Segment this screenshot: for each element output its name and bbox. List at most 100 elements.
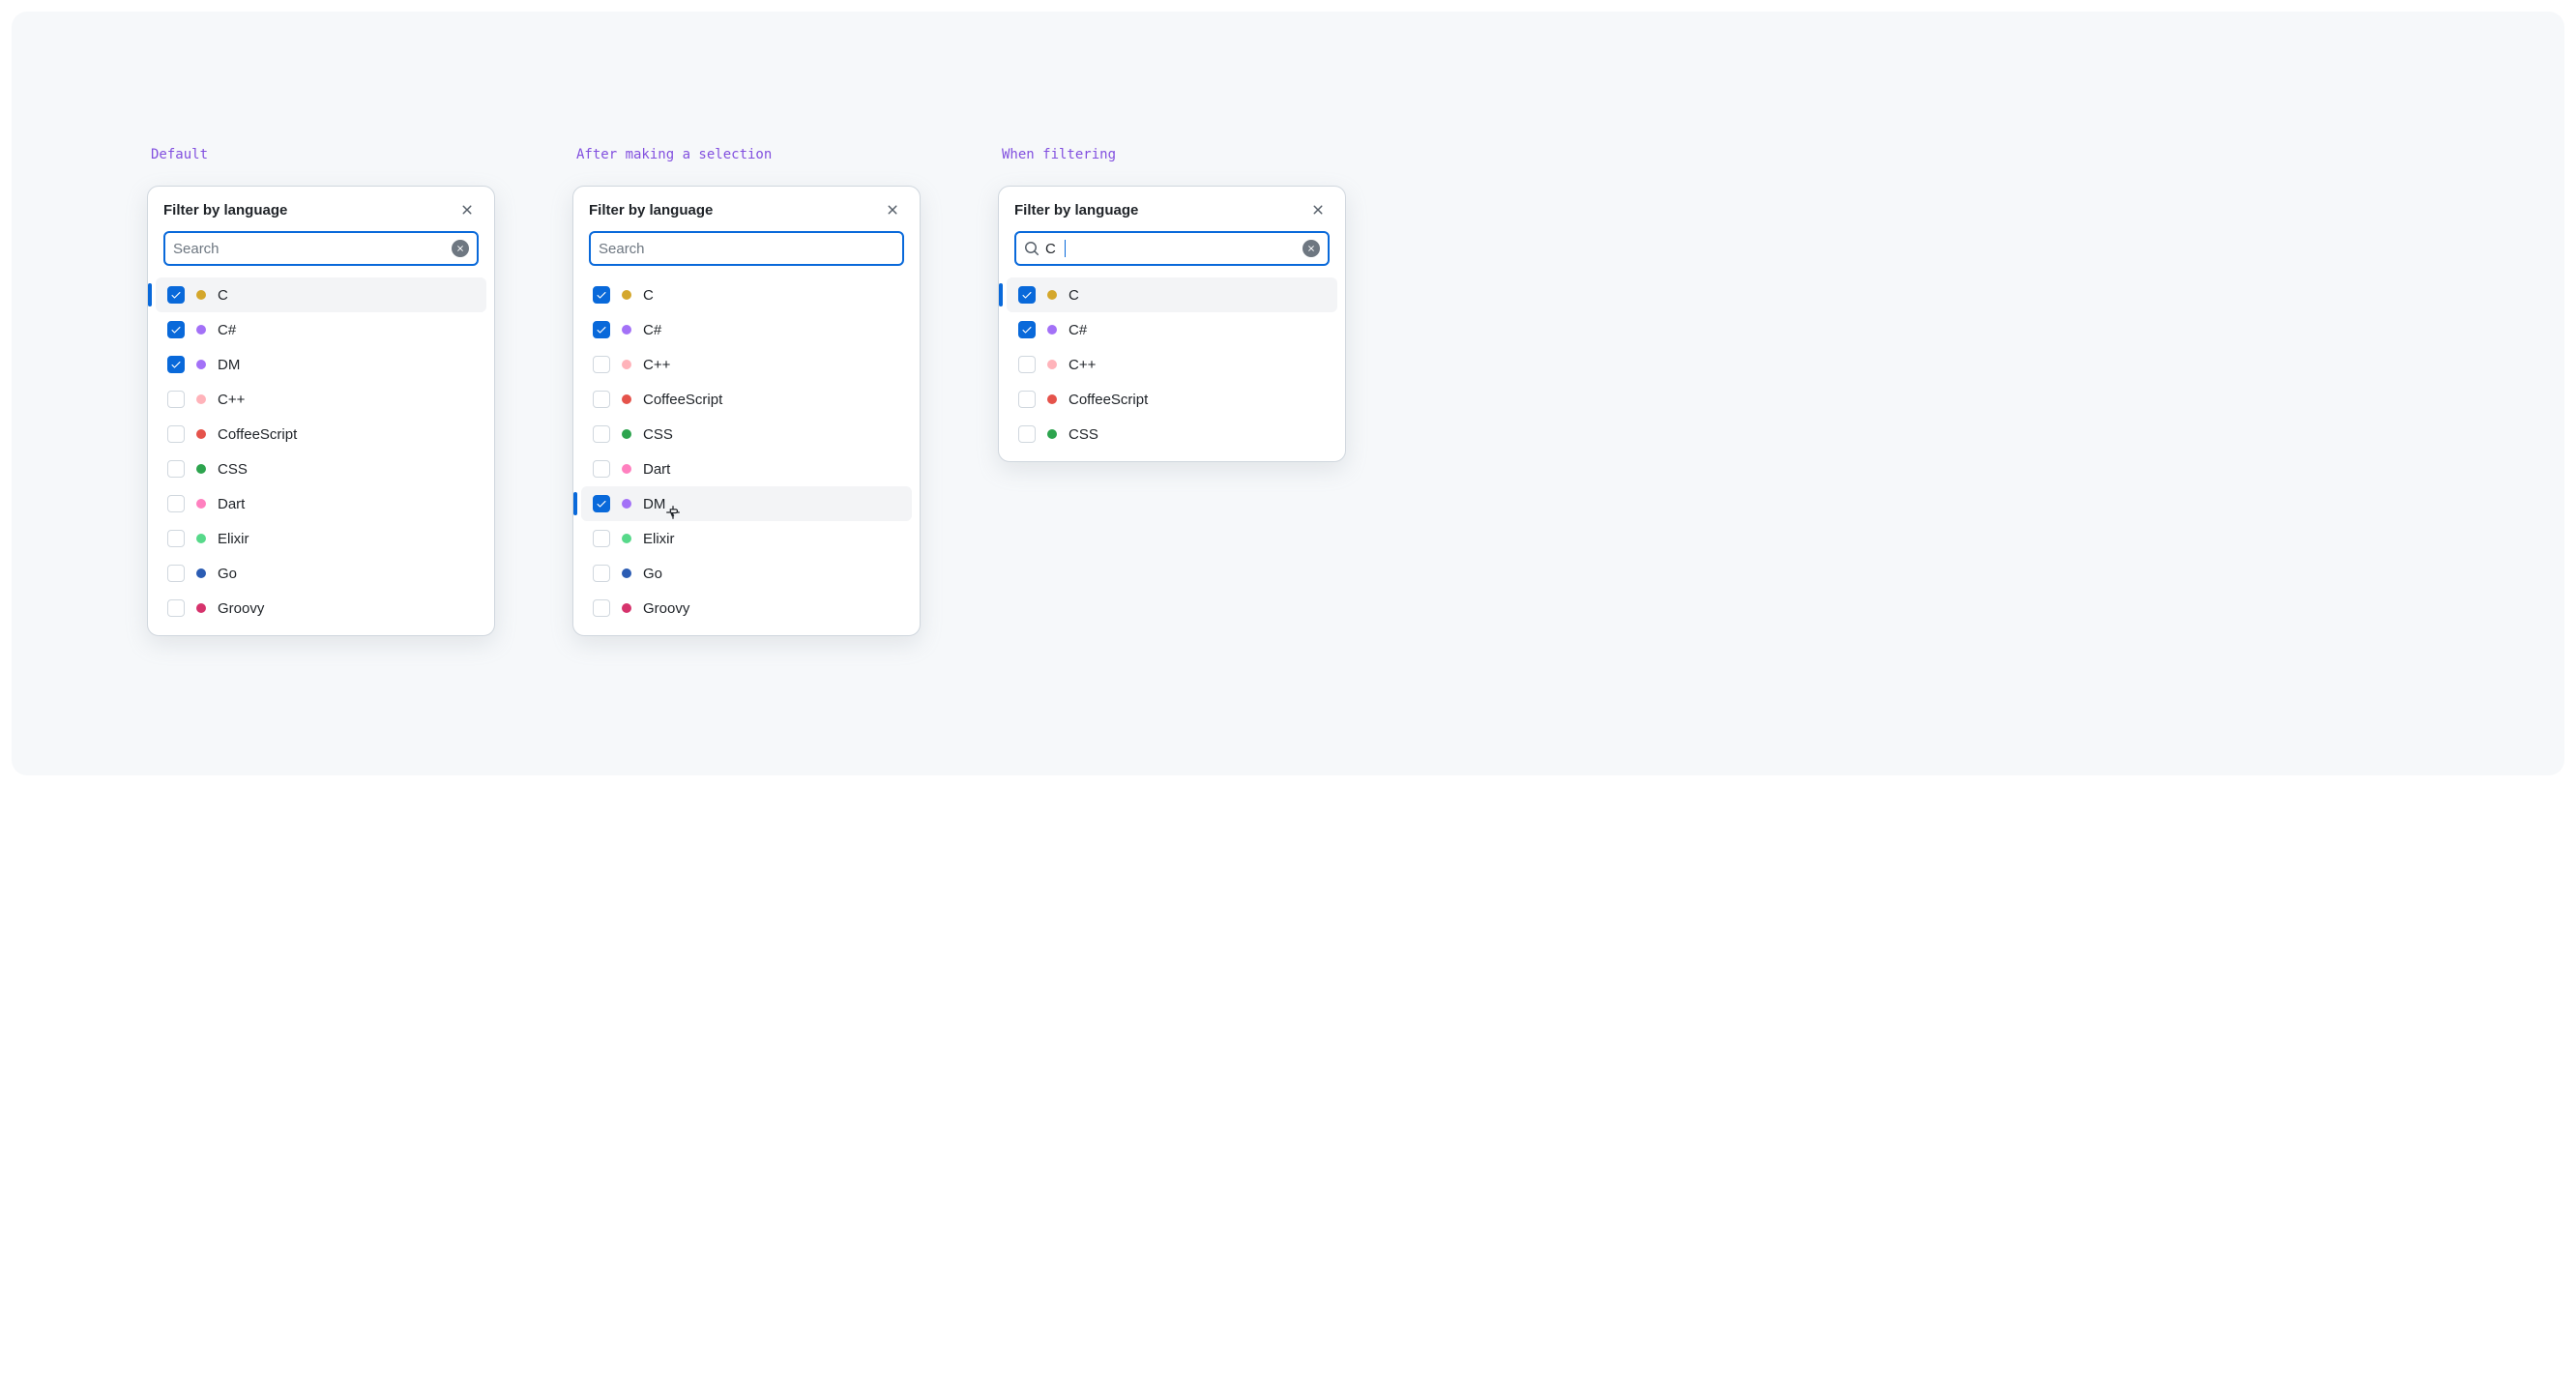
checkbox[interactable] [167, 460, 185, 478]
color-dot [196, 603, 206, 613]
list-item[interactable]: DM [156, 347, 486, 382]
list-item[interactable]: C# [581, 312, 912, 347]
search-wrap [999, 221, 1345, 274]
checkbox[interactable] [593, 530, 610, 547]
list-item[interactable]: C# [1007, 312, 1337, 347]
checkbox[interactable] [167, 599, 185, 617]
list-item[interactable]: Dart [156, 486, 486, 521]
color-dot [1047, 325, 1057, 335]
color-dot [1047, 394, 1057, 404]
list-item[interactable]: Dart [581, 451, 912, 486]
item-label: Groovy [218, 600, 264, 617]
color-dot [1047, 429, 1057, 439]
checkbox[interactable] [593, 391, 610, 408]
list-item[interactable]: Groovy [581, 591, 912, 626]
list-item[interactable]: CSS [1007, 417, 1337, 451]
checkbox[interactable] [593, 460, 610, 478]
list-item[interactable]: C++ [156, 382, 486, 417]
item-label: Dart [218, 496, 245, 512]
checkbox[interactable] [593, 599, 610, 617]
list-item[interactable]: Elixir [156, 521, 486, 556]
list-item[interactable]: C++ [581, 347, 912, 382]
panel-header: Filter by language [573, 187, 920, 221]
list-item[interactable]: CoffeeScript [1007, 382, 1337, 417]
search-field[interactable] [1014, 231, 1330, 266]
color-dot [196, 290, 206, 300]
checkbox[interactable] [593, 356, 610, 373]
list-item[interactable]: C [1007, 277, 1337, 312]
color-dot [622, 499, 631, 509]
list-item[interactable]: C# [156, 312, 486, 347]
search-icon [1024, 241, 1039, 256]
pointer-cursor-icon [664, 504, 682, 521]
close-icon[interactable] [455, 198, 479, 221]
checkbox[interactable] [593, 286, 610, 304]
clear-icon[interactable] [452, 240, 469, 257]
checkbox[interactable] [167, 321, 185, 338]
item-label: C++ [1068, 357, 1096, 373]
checkbox[interactable] [593, 565, 610, 582]
filter-panel: Filter by language C C# C++ CoffeeScriptCSS D… [572, 186, 921, 636]
option-list: C C# DMC++CoffeeScriptCSS Dart Elixir Go Groov… [148, 274, 494, 635]
item-label: CoffeeScript [1068, 392, 1148, 408]
item-label: C++ [643, 357, 670, 373]
list-item[interactable]: Go [156, 556, 486, 591]
color-dot [622, 464, 631, 474]
list-item[interactable]: Go [581, 556, 912, 591]
search-field[interactable] [163, 231, 479, 266]
checkbox[interactable] [167, 356, 185, 373]
list-item[interactable]: CSS [156, 451, 486, 486]
close-icon[interactable] [1306, 198, 1330, 221]
stage: DefaultFilter by languageCC#DMC++CoffeeS… [12, 12, 2564, 775]
list-item[interactable]: DM [581, 486, 912, 521]
example-caption: When filtering [1002, 147, 1116, 162]
checkbox[interactable] [1018, 321, 1036, 338]
example-caption: After making a selection [576, 147, 772, 162]
list-item[interactable]: C [156, 277, 486, 312]
list-item[interactable]: C [581, 277, 912, 312]
checkbox[interactable] [167, 391, 185, 408]
item-label: Groovy [643, 600, 689, 617]
color-dot [622, 394, 631, 404]
item-label: Elixir [218, 531, 249, 547]
filter-panel: Filter by languageCC#C++CoffeeScriptCSS [998, 186, 1346, 462]
search-input[interactable] [173, 241, 446, 257]
color-dot [622, 290, 631, 300]
search-field[interactable] [589, 231, 904, 266]
list-item[interactable]: CSS [581, 417, 912, 451]
checkbox[interactable] [167, 425, 185, 443]
list-item[interactable]: Groovy [156, 591, 486, 626]
text-caret [1065, 240, 1066, 257]
item-label: C# [218, 322, 236, 338]
checkbox[interactable] [167, 286, 185, 304]
checkbox[interactable] [167, 495, 185, 512]
checkbox[interactable] [593, 425, 610, 443]
checkbox[interactable] [167, 565, 185, 582]
item-label: Go [643, 566, 662, 582]
color-dot [196, 394, 206, 404]
item-label: C [643, 287, 654, 304]
list-item[interactable]: CoffeeScript [581, 382, 912, 417]
item-label: Dart [643, 461, 670, 478]
clear-icon[interactable] [1303, 240, 1320, 257]
checkbox[interactable] [1018, 391, 1036, 408]
checkbox[interactable] [167, 530, 185, 547]
color-dot [196, 360, 206, 369]
checkbox[interactable] [1018, 286, 1036, 304]
color-dot [196, 499, 206, 509]
item-label: C [218, 287, 228, 304]
close-icon[interactable] [881, 198, 904, 221]
search-input[interactable] [599, 241, 894, 257]
checkbox[interactable] [593, 321, 610, 338]
option-list: CC# C++ CoffeeScript CSS [999, 274, 1345, 461]
color-dot [622, 568, 631, 578]
checkbox[interactable] [1018, 356, 1036, 373]
panel-title: Filter by language [163, 202, 287, 218]
search-input[interactable] [1045, 241, 1059, 257]
checkbox[interactable] [593, 495, 610, 512]
checkbox[interactable] [1018, 425, 1036, 443]
list-item[interactable]: Elixir [581, 521, 912, 556]
search-wrap [148, 221, 494, 274]
list-item[interactable]: C++ [1007, 347, 1337, 382]
list-item[interactable]: CoffeeScript [156, 417, 486, 451]
